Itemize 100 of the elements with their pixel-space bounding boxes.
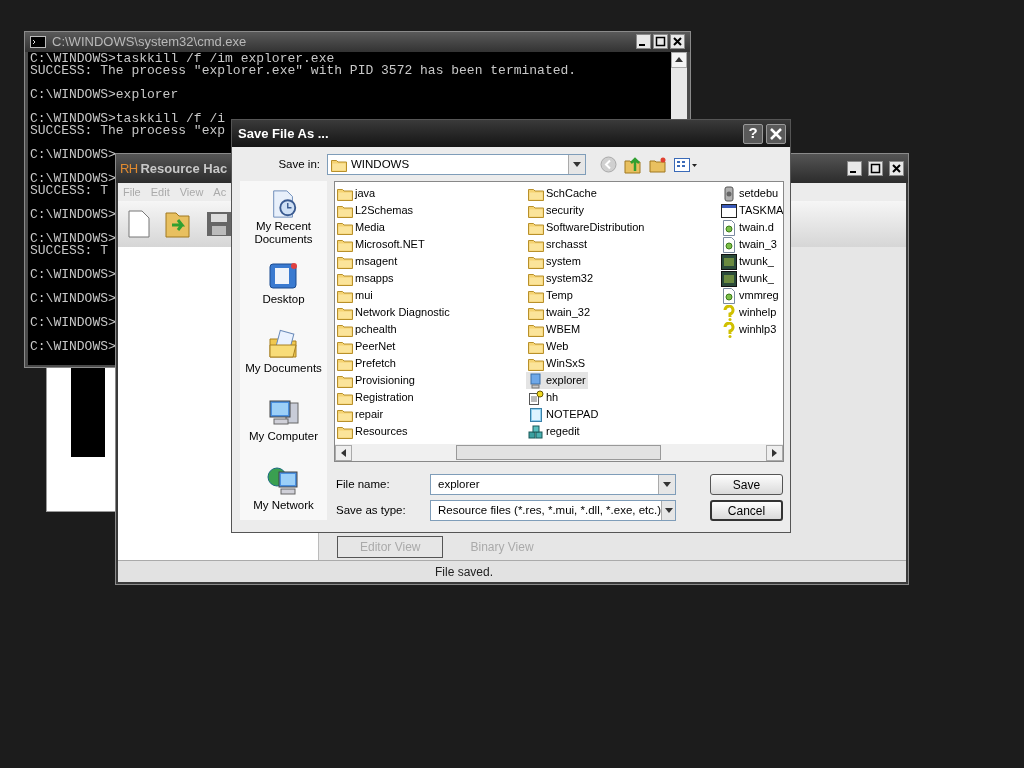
folder-icon bbox=[528, 322, 544, 337]
cancel-button[interactable]: Cancel bbox=[710, 500, 783, 521]
scroll-left-button[interactable] bbox=[335, 444, 352, 461]
list-entry[interactable]: twunk_ bbox=[719, 253, 776, 270]
folder-icon bbox=[528, 237, 544, 252]
help-button[interactable]: ? bbox=[743, 123, 763, 144]
list-entry[interactable]: NOTEPAD bbox=[526, 406, 601, 423]
list-entry[interactable]: Provisioning bbox=[335, 372, 417, 389]
status-text: File saved. bbox=[435, 563, 494, 581]
folder-icon bbox=[337, 390, 353, 405]
list-entry[interactable]: java bbox=[335, 185, 378, 202]
minimize-button[interactable] bbox=[636, 34, 651, 50]
folder-icon bbox=[337, 424, 353, 439]
list-entry[interactable]: SchCache bbox=[526, 185, 599, 202]
console-line: C:\WINDOWS>explorer bbox=[30, 88, 179, 101]
window-icon bbox=[721, 202, 737, 219]
maximize-button[interactable] bbox=[653, 34, 668, 50]
list-entry[interactable]: system32 bbox=[526, 270, 596, 287]
close-button[interactable] bbox=[766, 123, 786, 144]
folder-icon bbox=[337, 254, 353, 269]
field-label: Save in: bbox=[277, 156, 321, 172]
list-entry[interactable]: winhlp3 bbox=[719, 321, 779, 338]
list-entry[interactable]: twunk_ bbox=[719, 270, 776, 287]
notepad-icon bbox=[528, 406, 544, 423]
list-entry[interactable]: explorer bbox=[526, 372, 588, 389]
list-entry[interactable]: Web bbox=[526, 338, 571, 355]
folder-icon bbox=[528, 186, 544, 201]
list-entry[interactable]: Media bbox=[335, 219, 387, 236]
list-entry[interactable]: msapps bbox=[335, 270, 396, 287]
place-item[interactable]: My Computer bbox=[249, 397, 318, 452]
view-menu-icon[interactable] bbox=[674, 156, 698, 173]
place-item[interactable]: Desktop bbox=[262, 260, 305, 315]
console-line: SUCCESS: T bbox=[30, 184, 108, 197]
dropdown-button[interactable] bbox=[568, 155, 585, 174]
list-entry[interactable]: srchasst bbox=[526, 236, 589, 253]
list-entry[interactable]: msagent bbox=[335, 253, 400, 270]
question-mark-icon bbox=[721, 321, 737, 338]
caret-icon bbox=[675, 57, 683, 62]
question-mark-icon bbox=[721, 304, 737, 321]
console-line: C:\WINDOWS> bbox=[30, 268, 116, 281]
save-button[interactable]: Save bbox=[710, 474, 783, 495]
folder-icon bbox=[528, 220, 544, 235]
console-line: C:\WINDOWS> bbox=[30, 292, 116, 305]
save-icon[interactable] bbox=[206, 211, 232, 237]
file-name-field[interactable]: explorer bbox=[430, 474, 676, 495]
folder-icon bbox=[528, 356, 544, 371]
console-line: C:\WINDOWS> bbox=[30, 148, 116, 161]
console-line: C:\WINDOWS> bbox=[30, 232, 116, 245]
list-entry[interactable]: system bbox=[526, 253, 583, 270]
list-entry[interactable]: Temp bbox=[526, 287, 575, 304]
list-entry[interactable]: pchealth bbox=[335, 321, 399, 338]
cubes-icon bbox=[528, 423, 544, 440]
list-entry[interactable]: Prefetch bbox=[335, 355, 398, 372]
list-entry[interactable]: security bbox=[526, 202, 586, 219]
dropdown-button[interactable] bbox=[661, 501, 675, 520]
list-entry[interactable]: hh bbox=[526, 389, 561, 406]
list-entry[interactable]: twain_3 bbox=[719, 236, 779, 253]
place-item[interactable]: My Documents bbox=[245, 328, 322, 383]
minimize-icon bbox=[639, 44, 645, 47]
list-entry[interactable]: winhelp bbox=[719, 304, 779, 321]
computer-icon bbox=[528, 372, 544, 389]
list-entry[interactable]: WinSxS bbox=[526, 355, 588, 372]
list-entry[interactable]: repair bbox=[335, 406, 386, 423]
list-entry[interactable]: setdebu bbox=[719, 185, 781, 202]
close-button[interactable] bbox=[670, 34, 685, 50]
list-entry[interactable]: Network Diagnostic bbox=[335, 304, 452, 321]
list-entry[interactable]: twain_32 bbox=[526, 304, 593, 321]
caret-icon bbox=[772, 448, 777, 457]
open-folder-icon[interactable] bbox=[164, 209, 192, 239]
window-title: C:\WINDOWS\system32\cmd.exe bbox=[52, 33, 248, 51]
folder-icon bbox=[337, 288, 353, 303]
list-entry[interactable]: regedit bbox=[526, 423, 582, 440]
new-folder-icon[interactable] bbox=[649, 156, 667, 173]
place-item[interactable]: My Network bbox=[253, 465, 314, 520]
up-folder-icon[interactable] bbox=[624, 155, 642, 174]
list-entry[interactable]: Resources bbox=[335, 423, 410, 440]
list-entry[interactable]: SoftwareDistribution bbox=[526, 219, 647, 236]
maximize-button[interactable] bbox=[868, 161, 883, 176]
list-entry[interactable]: WBEM bbox=[526, 321, 583, 338]
place-item[interactable]: My Recent Documents bbox=[240, 189, 327, 246]
save-in-dropdown[interactable]: WINDOWS bbox=[327, 154, 586, 175]
list-entry[interactable]: Microsoft.NET bbox=[335, 236, 427, 253]
console-line: SUCCESS: The process "exp bbox=[30, 124, 226, 137]
console-line: C:\WINDOWS>taskkill /f /im explorer.exe bbox=[30, 52, 335, 65]
dropdown-button[interactable] bbox=[658, 475, 675, 494]
list-entry[interactable]: TASKMA bbox=[719, 202, 783, 219]
list-entry[interactable]: Registration bbox=[335, 389, 416, 406]
scroll-right-button[interactable] bbox=[766, 444, 783, 461]
list-entry[interactable]: L2Schemas bbox=[335, 202, 416, 219]
minimize-button[interactable] bbox=[847, 161, 862, 176]
list-entry[interactable]: mui bbox=[335, 287, 375, 304]
file-type-dropdown[interactable]: Resource files (*.res, *.mui, *.dll, *.exe, etc.) bbox=[430, 500, 676, 521]
close-button[interactable] bbox=[889, 161, 904, 176]
scroll-thumb[interactable] bbox=[456, 445, 661, 460]
field-label: File name: bbox=[335, 476, 391, 492]
list-entry[interactable]: PeerNet bbox=[335, 338, 398, 355]
list-entry[interactable]: twain.d bbox=[719, 219, 776, 236]
folder-icon bbox=[337, 339, 353, 354]
list-entry[interactable]: vmmreg bbox=[719, 287, 781, 304]
horizontal-scrollbar[interactable] bbox=[335, 444, 783, 461]
